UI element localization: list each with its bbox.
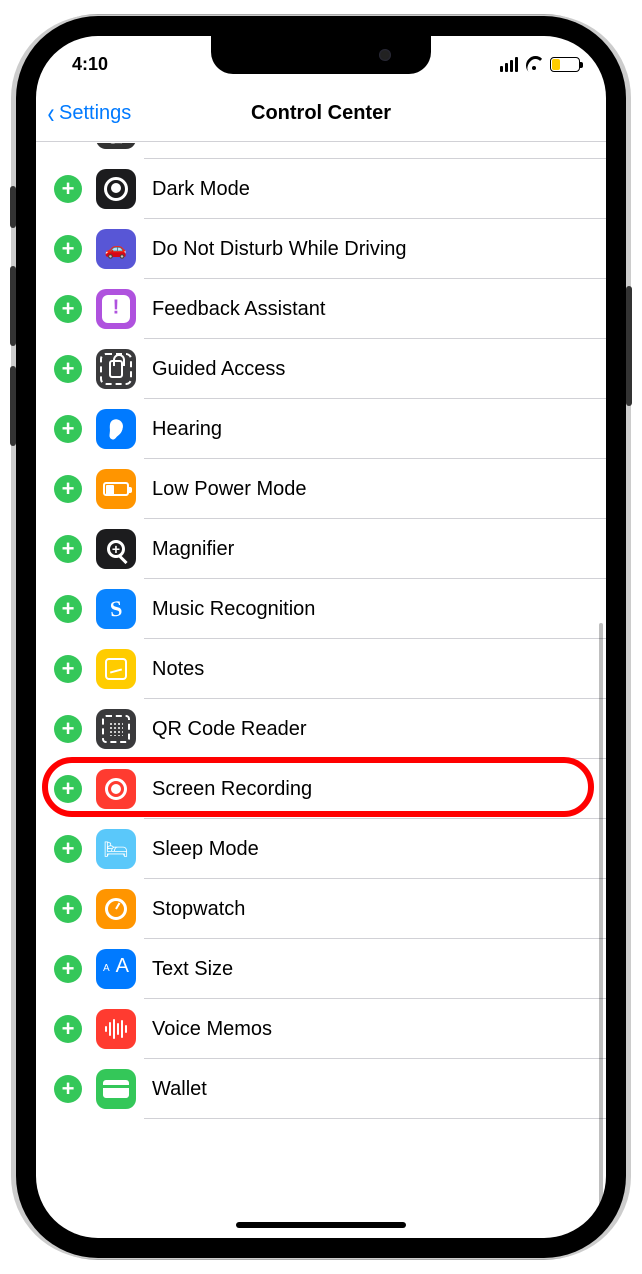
mute-switch [10, 186, 16, 228]
battery-icon [550, 57, 580, 72]
home-indicator[interactable] [236, 1222, 406, 1228]
control-row-screenrec[interactable]: + Screen Recording [36, 759, 606, 819]
add-button[interactable]: + [54, 955, 82, 983]
qr-icon [96, 709, 136, 749]
control-label: QR Code Reader [152, 718, 307, 741]
add-button[interactable]: + [54, 1075, 82, 1103]
voicememo-icon [96, 1009, 136, 1049]
cellular-icon [500, 57, 519, 72]
hearing-icon [96, 409, 136, 449]
control-row-textsize[interactable]: + Text Size [36, 939, 606, 999]
add-button[interactable]: + [54, 355, 82, 383]
control-row-musicrec[interactable]: + Music Recognition [36, 579, 606, 639]
control-label: Screen Recording [152, 778, 312, 801]
control-label: Dark Mode [152, 178, 250, 201]
camera-icon [379, 49, 391, 61]
notch [211, 36, 431, 74]
control-label: Guided Access [152, 358, 285, 381]
stopwatch-icon [96, 889, 136, 929]
magnifier-icon [96, 529, 136, 569]
add-button[interactable]: + [54, 535, 82, 563]
notes-icon [96, 649, 136, 689]
control-row-lowpower[interactable]: + Low Power Mode [36, 459, 606, 519]
add-button[interactable]: + [54, 1015, 82, 1043]
musicrec-icon [96, 589, 136, 629]
control-row-qr[interactable]: + QR Code Reader [36, 699, 606, 759]
add-button[interactable]: + [54, 235, 82, 263]
control-label: Wallet [152, 1078, 207, 1101]
control-row-guided[interactable]: + Guided Access [36, 339, 606, 399]
lowpower-icon [96, 469, 136, 509]
control-label: Notes [152, 658, 204, 681]
control-label: Sleep Mode [152, 838, 259, 861]
add-button[interactable]: + [54, 595, 82, 623]
controls-list[interactable]: +Apple TV Remote + Dark Mode + Do Not Distur… [36, 143, 606, 1238]
control-label: Magnifier [152, 538, 234, 561]
screenrec-icon [96, 769, 136, 809]
darkmode-icon [96, 169, 136, 209]
chevron-left-icon: ‹ [48, 99, 55, 129]
control-label: Stopwatch [152, 898, 245, 921]
status-right [500, 54, 581, 74]
wifi-icon [524, 54, 544, 74]
add-button[interactable]: + [54, 175, 82, 203]
power-button [626, 286, 632, 406]
appletv-icon [96, 143, 136, 149]
add-button[interactable]: + [54, 475, 82, 503]
sleep-icon [96, 829, 136, 869]
control-row-darkmode[interactable]: + Dark Mode [36, 159, 606, 219]
back-button[interactable]: ‹ Settings [46, 99, 131, 129]
add-button[interactable]: + [54, 655, 82, 683]
volume-down-button [10, 366, 16, 446]
dnd-drive-icon [96, 229, 136, 269]
wallet-icon [96, 1069, 136, 1109]
control-row-voicememo[interactable]: + Voice Memos [36, 999, 606, 1059]
control-row-notes[interactable]: + Notes [36, 639, 606, 699]
control-row-appletv[interactable]: +Apple TV Remote [36, 143, 606, 159]
volume-up-button [10, 266, 16, 346]
control-row-wallet[interactable]: + Wallet [36, 1059, 606, 1119]
control-row-stopwatch[interactable]: + Stopwatch [36, 879, 606, 939]
scroll-indicator [599, 623, 603, 1238]
control-label: Feedback Assistant [152, 298, 325, 321]
control-row-dnd-drive[interactable]: + Do Not Disturb While Driving [36, 219, 606, 279]
control-label: Voice Memos [152, 1018, 272, 1041]
add-button[interactable]: + [54, 775, 82, 803]
control-label: Low Power Mode [152, 478, 307, 501]
page-title: Control Center [251, 102, 391, 125]
add-button[interactable]: + [54, 415, 82, 443]
guided-icon [96, 349, 136, 389]
textsize-icon [96, 949, 136, 989]
control-label: Do Not Disturb While Driving [152, 238, 407, 261]
control-label: Text Size [152, 958, 233, 981]
back-label: Settings [59, 102, 131, 125]
feedback-icon [96, 289, 136, 329]
add-button[interactable]: + [54, 835, 82, 863]
status-time: 4:10 [72, 54, 108, 75]
device-frame: 4:10 ‹ Settings Control Center +Apple TV… [16, 16, 626, 1258]
control-row-sleep[interactable]: + Sleep Mode [36, 819, 606, 879]
control-label: Hearing [152, 418, 222, 441]
nav-header: ‹ Settings Control Center [36, 86, 606, 142]
control-row-hearing[interactable]: + Hearing [36, 399, 606, 459]
add-button[interactable]: + [54, 895, 82, 923]
control-row-feedback[interactable]: + Feedback Assistant [36, 279, 606, 339]
control-label: Music Recognition [152, 598, 315, 621]
add-button[interactable]: + [54, 715, 82, 743]
screen: 4:10 ‹ Settings Control Center +Apple TV… [36, 36, 606, 1238]
control-row-magnifier[interactable]: + Magnifier [36, 519, 606, 579]
add-button[interactable]: + [54, 295, 82, 323]
